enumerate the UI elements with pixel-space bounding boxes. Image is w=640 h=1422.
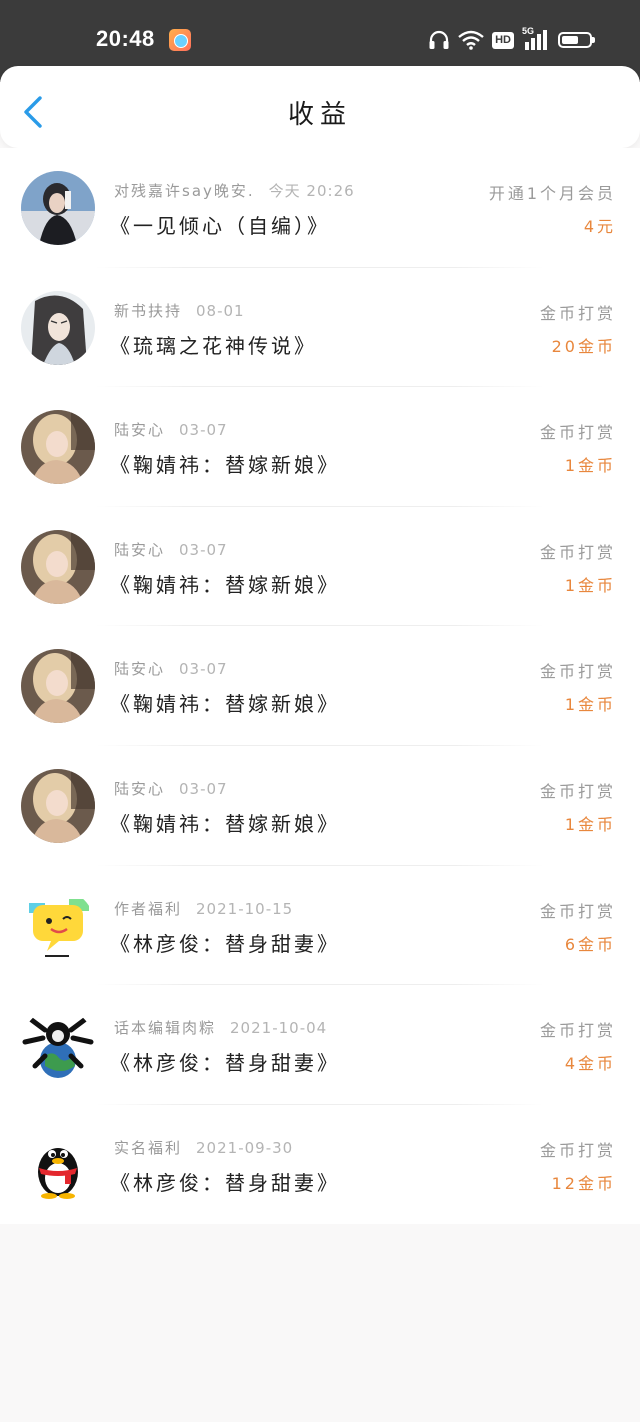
network-type-label: 5G [522,26,535,36]
avatar-qq-penguin [21,1127,95,1202]
earning-amount: 6金币 [564,934,616,954]
source-name: 作者福利 [114,899,183,918]
earning-type: 金币打赏 [539,303,616,323]
earning-type: 金币打赏 [539,1140,616,1160]
wifi-icon [458,30,484,50]
signal-icon: 5G [522,26,550,52]
book-title: 《鞠婧祎：替嫁新娘》 [110,692,340,717]
earning-amount: 1金币 [564,814,616,834]
earning-item[interactable]: 陆安心 03-07 《鞠婧祎：替嫁新娘》 金币打赏 1金币 [0,746,640,866]
earning-item[interactable]: 新书扶持 08-01 《琉璃之花神传说》 金币打赏 20金币 [0,268,640,388]
earning-type: 金币打赏 [539,423,616,443]
avatar [21,1127,95,1202]
item-meta: 对残嘉许say晚安. 今天 20:26 [114,180,355,201]
avatar-ancient-man [21,290,95,365]
book-title: 《琉璃之花神传说》 [110,333,317,358]
avatar-blonde-girl [21,529,95,604]
avatar-blonde-girl [21,410,95,485]
avatar [21,1008,95,1083]
earning-item[interactable]: 作者福利 2021-10-15 《林彦俊：替身甜妻》 金币打赏 6金币 [0,866,640,986]
item-date: 2021-10-04 [230,1019,328,1038]
item-date: 2021-09-30 [196,1138,294,1157]
earning-type: 金币打赏 [539,662,616,682]
source-name: 新书扶持 [114,301,183,320]
source-name: 陆安心 [114,540,166,559]
item-date: 2021-10-15 [196,899,294,918]
earning-item[interactable]: 对残嘉许say晚安. 今天 20:26 《一见倾心（自编）》 开通1个月会员 4元 [0,148,640,268]
earning-type: 开通1个月会员 [488,184,616,203]
earning-item[interactable]: 陆安心 03-07 《鞠婧祎：替嫁新娘》 金币打赏 1金币 [0,387,640,507]
item-meta: 陆安心 03-07 [114,539,228,560]
avatar [21,290,95,365]
item-date: 08-01 [196,301,245,320]
book-title: 《一见倾心（自编）》 [110,214,330,238]
avatar [21,768,95,843]
hd-badge: HD [492,31,514,49]
item-meta: 陆安心 03-07 [114,658,228,679]
earning-amount: 1金币 [564,456,616,476]
item-date: 03-07 [179,421,228,440]
earning-amount: 1金币 [564,575,616,595]
avatar [21,888,95,963]
book-title: 《林彦俊：替身甜妻》 [110,931,340,956]
earnings-list: 对残嘉许say晚安. 今天 20:26 《一见倾心（自编）》 开通1个月会员 4元 新书… [0,148,640,1225]
earning-amount: 4金币 [564,1054,616,1074]
battery-level [562,36,578,44]
battery-icon [558,32,595,48]
earning-item[interactable]: 话本编辑肉粽 2021-10-04 《林彦俊：替身甜妻》 金币打赏 4金币 [0,985,640,1105]
avatar-girl-dark [21,171,95,245]
item-meta: 话本编辑肉粽 2021-10-04 [114,1017,327,1038]
avatar [21,649,95,724]
source-name: 实名福利 [114,1138,183,1157]
avatar [21,529,95,604]
avatar [21,410,95,485]
earning-item[interactable]: 实名福利 2021-09-30 《林彦俊：替身甜妻》 金币打赏 12金币 [0,1105,640,1225]
item-date: 03-07 [179,779,228,798]
source-name: 话本编辑肉粽 [114,1019,217,1038]
item-meta: 新书扶持 08-01 [114,300,245,321]
item-date: 今天 20:26 [268,182,355,200]
book-title: 《鞠婧祎：替嫁新娘》 [110,811,340,836]
book-title: 《林彦俊：替身甜妻》 [110,1051,340,1076]
item-meta: 作者福利 2021-10-15 [114,898,293,919]
earning-item[interactable]: 陆安心 03-07 《鞠婧祎：替嫁新娘》 金币打赏 1金币 [0,507,640,627]
source-name: 陆安心 [114,421,166,440]
earning-type: 金币打赏 [539,901,616,921]
status-icons: HD 5G [428,26,595,52]
status-time: 20:48 [96,26,155,51]
app-notification-icon [169,29,191,51]
item-meta: 陆安心 03-07 [114,778,228,799]
item-date: 03-07 [179,540,228,559]
earning-item[interactable]: 陆安心 03-07 《鞠婧祎：替嫁新娘》 金币打赏 1金币 [0,626,640,746]
book-title: 《林彦俊：替身甜妻》 [110,1170,340,1195]
avatar-yellow-bubble [21,888,95,963]
avatar [21,171,95,245]
item-meta: 陆安心 03-07 [114,419,228,440]
book-title: 《鞠婧祎：替嫁新娘》 [110,572,340,597]
earning-amount: 20金币 [551,336,616,356]
item-meta: 实名福利 2021-09-30 [114,1137,293,1158]
header: 收益 [0,66,640,148]
source-name: 陆安心 [114,660,166,679]
source-name: 对残嘉许say晚安. [114,182,255,200]
earning-amount: 1金币 [564,695,616,715]
book-title: 《鞠婧祎：替嫁新娘》 [110,453,340,478]
earning-type: 金币打赏 [539,781,616,801]
source-name: 陆安心 [114,779,166,798]
earning-type: 金币打赏 [539,1021,616,1041]
avatar-globe-skull [21,1008,95,1083]
avatar-blonde-girl [21,768,95,843]
avatar-blonde-girl [21,649,95,724]
item-date: 03-07 [179,660,228,679]
earning-type: 金币打赏 [539,542,616,562]
page-title: 收益 [287,100,352,130]
earning-amount: 4元 [583,217,616,236]
earning-amount: 12金币 [551,1173,616,1193]
headphones-icon [429,30,449,49]
